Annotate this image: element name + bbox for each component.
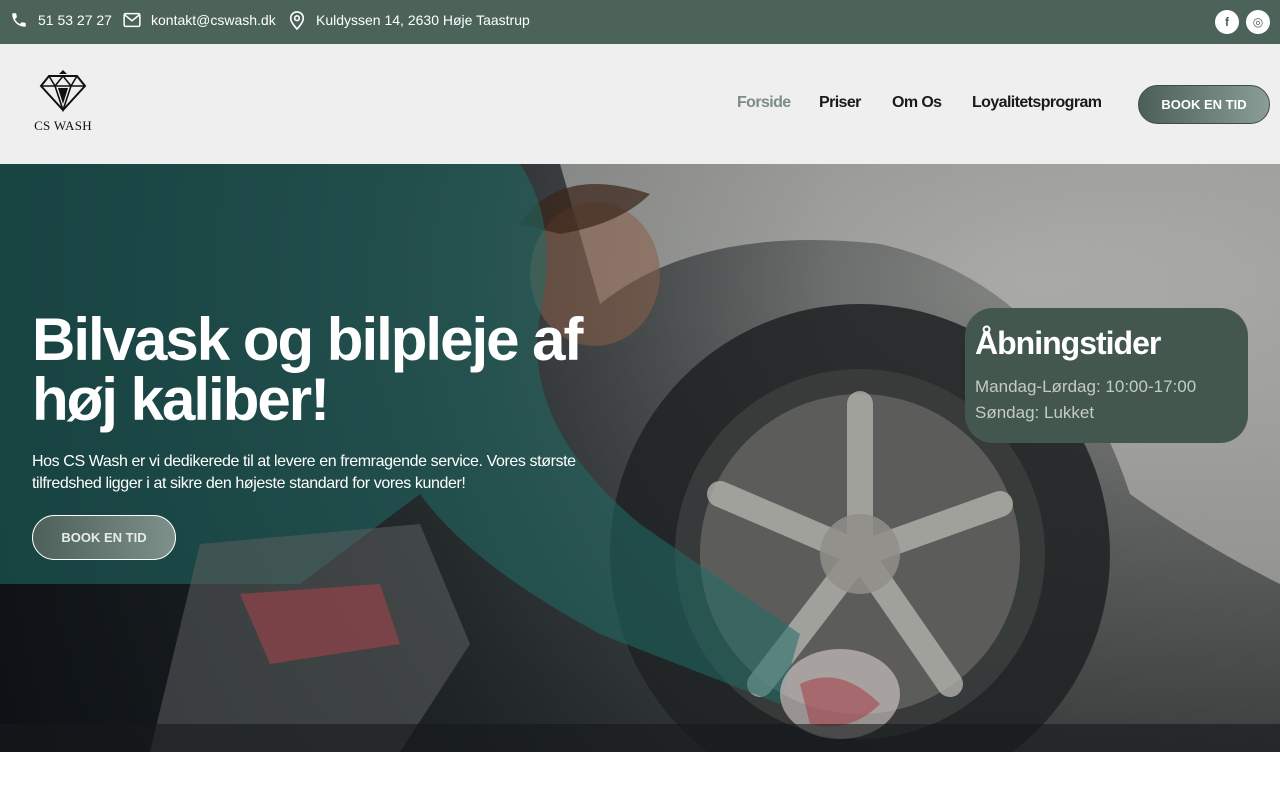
nav-om-os[interactable]: Om Os [892, 94, 942, 112]
nav-loyalitetsprogram[interactable]: Loyalitetsprogram [972, 94, 1102, 112]
hero-subtitle: Hos CS Wash er vi dedikerede til at leve… [32, 453, 576, 492]
facebook-icon[interactable]: f [1215, 10, 1239, 34]
email-address: kontakt@cswash.dk [151, 12, 276, 28]
hero-title: Bilvask og bilpleje af høj kaliber! [32, 310, 632, 430]
nav-forside[interactable]: Forside [737, 94, 791, 112]
opening-hours-title: Åbningstider [975, 325, 1161, 361]
top-contact-bar: 51 53 27 27 kontakt@cswash.dk Kuldyssen … [0, 0, 1280, 44]
email-contact[interactable]: kontakt@cswash.dk [123, 0, 276, 40]
phone-icon [10, 11, 28, 29]
phone-number: 51 53 27 27 [38, 12, 112, 28]
logo-text: CS WASH [34, 118, 92, 133]
location-pin-icon [288, 10, 306, 30]
instagram-glyph: ◎ [1252, 15, 1264, 29]
address-text: Kuldyssen 14, 2630 Høje Taastrup [316, 12, 530, 28]
address-contact[interactable]: Kuldyssen 14, 2630 Høje Taastrup [288, 0, 530, 40]
cs-wash-logo[interactable]: CS WASH [28, 68, 98, 133]
hero-section: Bilvask og bilpleje af høj kaliber! Hos … [0, 164, 1280, 752]
hours-sunday: Søndag: Lukket [975, 403, 1095, 422]
diamond-logo-icon [39, 68, 87, 117]
hero-title-line-1: Bilvask og bilpleje af [32, 306, 584, 373]
site-header: CS WASH Forside Priser Om Os Loyalitetsp… [0, 44, 1280, 164]
hero-title-line-2: høj kaliber! [32, 366, 330, 433]
instagram-icon[interactable]: ◎ [1246, 10, 1270, 34]
header-book-button[interactable]: BOOK EN TID [1138, 85, 1270, 124]
nav-priser[interactable]: Priser [819, 94, 861, 112]
facebook-glyph: f [1225, 15, 1229, 29]
opening-hours-card: Åbningstider Mandag-Lørdag: 10:00-17:00 … [965, 308, 1248, 443]
mail-icon [123, 12, 141, 28]
hero-book-button[interactable]: BOOK EN TID [32, 515, 176, 560]
phone-contact[interactable]: 51 53 27 27 [10, 0, 112, 40]
hours-weekdays: Mandag-Lørdag: 10:00-17:00 [975, 377, 1197, 396]
